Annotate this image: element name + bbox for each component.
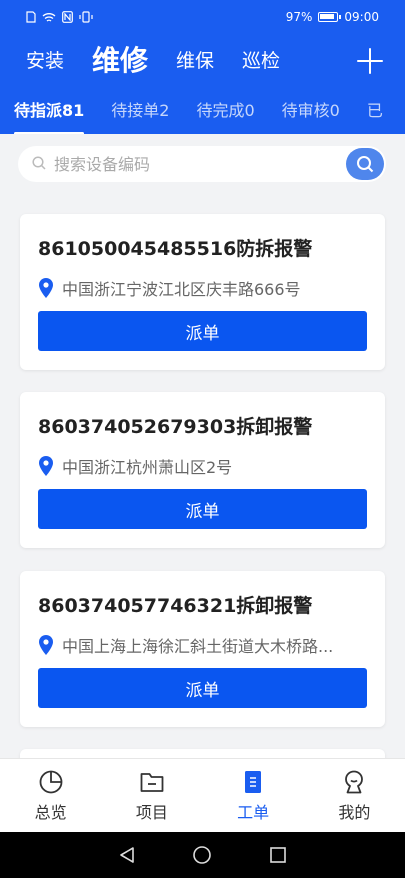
tab-label: 我的 bbox=[338, 803, 371, 822]
tab-projects[interactable]: 项目 bbox=[101, 759, 202, 832]
location-pin-icon bbox=[39, 635, 53, 655]
back-icon[interactable] bbox=[118, 846, 136, 864]
profile-icon bbox=[345, 770, 364, 794]
clock: 09:00 bbox=[344, 10, 379, 24]
battery-icon bbox=[318, 12, 342, 22]
location-pin-icon bbox=[39, 456, 53, 476]
app-screen: 97% 09:00 安装 维修 维保 巡检 待指派81 待接单2 待完成0 待审… bbox=[0, 0, 405, 878]
card-address: 中国浙江宁波江北区庆丰路666号 bbox=[38, 276, 368, 300]
recents-icon[interactable] bbox=[269, 846, 287, 864]
nfc-icon bbox=[62, 11, 73, 23]
card-title: 860374057746321拆卸报警 bbox=[38, 595, 313, 617]
work-order-card[interactable]: 861050045485516防拆报警 中国浙江宁波江北区庆丰路666号 派单 bbox=[20, 214, 385, 370]
address-text: 中国上海上海徐汇斜土街道大木桥路... bbox=[62, 637, 334, 656]
folder-icon bbox=[140, 773, 164, 792]
address-text: 中国浙江杭州萧山区2号 bbox=[62, 458, 233, 477]
nav-maintenance[interactable]: 维保 bbox=[176, 38, 214, 84]
system-nav-bar bbox=[0, 832, 405, 878]
nav-install[interactable]: 安装 bbox=[26, 38, 64, 84]
tab-to-review[interactable]: 待审核0 bbox=[282, 91, 340, 131]
tab-work-orders[interactable]: 工单 bbox=[203, 759, 304, 832]
work-order-icon bbox=[245, 771, 262, 793]
wifi-icon bbox=[42, 12, 56, 22]
tab-to-accept[interactable]: 待接单2 bbox=[111, 91, 169, 131]
search-input[interactable] bbox=[54, 146, 334, 182]
nav-inspection[interactable]: 巡检 bbox=[242, 38, 280, 84]
search-button[interactable] bbox=[346, 148, 384, 180]
dispatch-button[interactable]: 派单 bbox=[38, 668, 367, 708]
tab-label: 工单 bbox=[237, 803, 270, 822]
work-order-card[interactable]: 860374052679303拆卸报警 中国浙江杭州萧山区2号 派单 bbox=[20, 392, 385, 548]
tab-done[interactable]: 已 bbox=[367, 91, 383, 131]
header: 97% 09:00 安装 维修 维保 巡检 待指派81 待接单2 待完成0 待审… bbox=[0, 0, 405, 134]
bottom-nav: 总览 项目 工单 我的 bbox=[0, 758, 405, 832]
address-text: 中国浙江宁波江北区庆丰路666号 bbox=[62, 280, 301, 299]
add-button[interactable] bbox=[357, 48, 383, 74]
status-icons bbox=[26, 11, 93, 23]
tab-to-assign[interactable]: 待指派81 bbox=[14, 91, 85, 134]
battery-percent: 97% bbox=[285, 10, 313, 24]
tab-label: 项目 bbox=[135, 803, 168, 822]
tab-label: 总览 bbox=[34, 803, 67, 822]
nav-repair[interactable]: 维修 bbox=[92, 38, 148, 84]
top-nav: 安装 维修 维保 巡检 bbox=[0, 38, 405, 84]
dispatch-button[interactable]: 派单 bbox=[38, 311, 367, 351]
card-address: 中国浙江杭州萧山区2号 bbox=[38, 454, 368, 478]
card-address: 中国上海上海徐汇斜土街道大木桥路... bbox=[38, 633, 368, 657]
status-right: 97% 09:00 bbox=[286, 10, 379, 24]
search-icon bbox=[32, 156, 46, 170]
tab-mine[interactable]: 我的 bbox=[304, 759, 405, 832]
search-bar bbox=[18, 146, 386, 182]
search-icon bbox=[357, 156, 374, 173]
status-bar: 97% 09:00 bbox=[0, 0, 405, 34]
home-icon[interactable] bbox=[192, 845, 212, 865]
card-title: 861050045485516防拆报警 bbox=[38, 238, 313, 260]
work-order-card[interactable]: 860374057746321拆卸报警 中国上海上海徐汇斜土街道大木桥路... … bbox=[20, 571, 385, 727]
dispatch-button[interactable]: 派单 bbox=[38, 489, 367, 529]
pie-chart-icon bbox=[39, 770, 63, 794]
location-pin-icon bbox=[39, 278, 53, 298]
tab-to-complete[interactable]: 待完成0 bbox=[196, 91, 254, 131]
card-title: 860374052679303拆卸报警 bbox=[38, 416, 313, 438]
tab-overview[interactable]: 总览 bbox=[0, 759, 101, 832]
sub-tabs: 待指派81 待接单2 待完成0 待审核0 已 bbox=[0, 88, 405, 134]
sim-icon bbox=[26, 11, 36, 23]
vibrate-icon bbox=[79, 11, 93, 23]
